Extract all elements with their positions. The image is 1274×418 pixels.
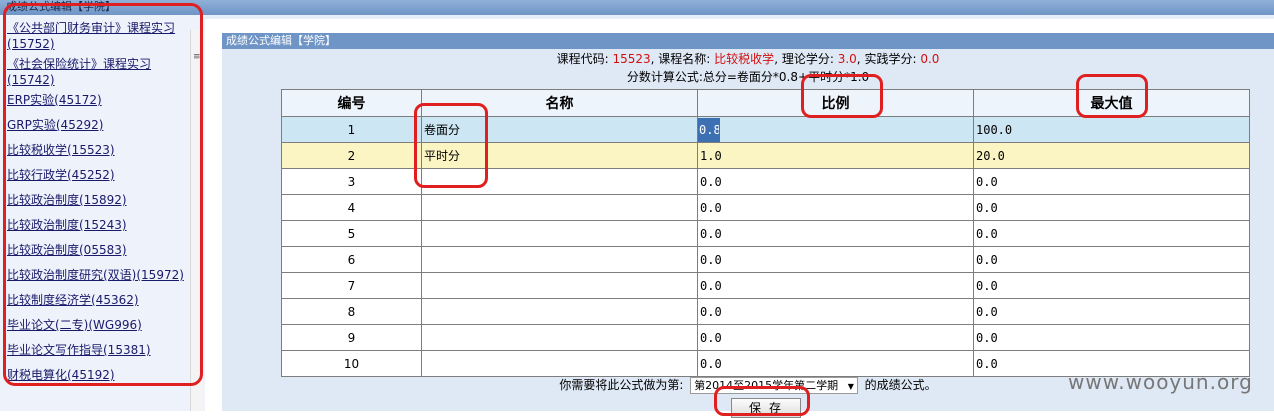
max-field[interactable] bbox=[974, 325, 1249, 350]
top-bar: 成绩公式编辑【学院】 bbox=[0, 0, 1274, 15]
ratio-field[interactable] bbox=[698, 247, 973, 272]
sidebar-item-course[interactable]: ERP实验(45172) bbox=[7, 92, 187, 108]
max-field[interactable] bbox=[974, 247, 1249, 272]
term-suffix-text: 的成绩公式。 bbox=[864, 378, 937, 392]
header-num: 编号 bbox=[281, 89, 422, 117]
formula-text: 分数计算公式:总分=卷面分*0.8+平时分*1.0 bbox=[626, 70, 870, 84]
sidebar-item-course[interactable]: 毕业论文写作指导(15381) bbox=[7, 342, 187, 358]
table-row: 9 bbox=[281, 324, 1250, 351]
course-sidebar: 《公共部门财务审计》课程实习(15752) 《社会保险统计》课程实习(15742… bbox=[0, 15, 205, 411]
panel-title: 成绩公式编辑【学院】 bbox=[226, 34, 336, 47]
name-field[interactable] bbox=[422, 143, 697, 168]
name-field[interactable] bbox=[422, 169, 697, 194]
sidebar-item-course[interactable]: GRP实验(45292) bbox=[7, 117, 187, 133]
ratio-field[interactable] bbox=[698, 221, 973, 246]
table-row: 2 bbox=[281, 142, 1250, 169]
sidebar-item-course[interactable]: 比较制度经济学(45362) bbox=[7, 292, 187, 308]
ratio-field[interactable] bbox=[698, 273, 973, 298]
row-number: 10 bbox=[281, 350, 422, 377]
sidebar-item-course[interactable]: 比较税收学(15523) bbox=[7, 142, 187, 158]
table-row: 6 bbox=[281, 246, 1250, 273]
term-select[interactable]: 第2014至2015学年第二学期 ▼ bbox=[690, 377, 858, 394]
course-name-label: 课程名称: bbox=[658, 52, 711, 66]
ratio-field[interactable] bbox=[698, 195, 973, 220]
ratio-field[interactable] bbox=[698, 117, 720, 142]
max-field[interactable] bbox=[974, 117, 1249, 142]
name-field[interactable] bbox=[422, 299, 697, 324]
name-field[interactable] bbox=[422, 195, 697, 220]
watermark: www.wooyun.org bbox=[1068, 370, 1253, 394]
ratio-field[interactable] bbox=[698, 143, 973, 168]
row-number: 1 bbox=[281, 116, 422, 143]
header-strip bbox=[205, 15, 1274, 19]
course-code-label: 课程代码: bbox=[556, 52, 609, 66]
sidebar-item-course[interactable]: 比较政治制度(05583) bbox=[7, 242, 187, 258]
formula-table: 编号 名称 比例 最大值 1 2 3 bbox=[281, 89, 1250, 377]
max-field[interactable] bbox=[974, 143, 1249, 168]
table-row: 7 bbox=[281, 272, 1250, 299]
name-field[interactable] bbox=[422, 325, 697, 350]
practice-credit-label: 实践学分: bbox=[864, 52, 917, 66]
sidebar-scrollbar[interactable]: ≡ bbox=[190, 30, 204, 411]
sidebar-item-course[interactable]: 比较行政学(45252) bbox=[7, 167, 187, 183]
name-field[interactable] bbox=[422, 273, 697, 298]
ratio-field[interactable] bbox=[698, 325, 973, 350]
course-code-value: 15523 bbox=[612, 52, 651, 66]
sidebar-item-course[interactable]: 比较政治制度研究(双语)(15972) bbox=[7, 267, 187, 283]
max-field[interactable] bbox=[974, 195, 1249, 220]
table-row: 3 bbox=[281, 168, 1250, 195]
theory-credit-label: 理论学分: bbox=[781, 52, 834, 66]
sidebar-item-course[interactable]: 毕业论文(二专)(WG996) bbox=[7, 317, 187, 333]
term-prefix-text: 你需要将此公式做为第: bbox=[559, 378, 684, 392]
table-header-row: 编号 名称 比例 最大值 bbox=[281, 89, 1250, 117]
row-number: 2 bbox=[281, 142, 422, 169]
course-info: 课程代码: 15523, 课程名称: 比较税收学, 理论学分: 3.0, 实践学… bbox=[556, 52, 940, 66]
row-number: 5 bbox=[281, 220, 422, 247]
table-row: 4 bbox=[281, 194, 1250, 221]
ratio-field[interactable] bbox=[698, 351, 973, 376]
row-number: 8 bbox=[281, 298, 422, 325]
row-number: 3 bbox=[281, 168, 422, 195]
sidebar-item-course[interactable]: 比较政治制度(15243) bbox=[7, 217, 187, 233]
header-name: 名称 bbox=[421, 89, 698, 117]
practice-credit-value: 0.0 bbox=[920, 52, 940, 66]
ratio-field[interactable] bbox=[698, 299, 973, 324]
header-max: 最大值 bbox=[973, 89, 1250, 117]
scroll-grip-icon[interactable]: ≡ bbox=[193, 52, 201, 62]
panel-title-bar: 成绩公式编辑【学院】 bbox=[222, 33, 1274, 49]
max-field[interactable] bbox=[974, 221, 1249, 246]
ratio-field[interactable] bbox=[698, 169, 973, 194]
name-field[interactable] bbox=[422, 351, 697, 376]
max-field[interactable] bbox=[974, 273, 1249, 298]
sidebar-item-course[interactable]: 《公共部门财务审计》课程实习(15752) bbox=[7, 20, 187, 52]
window-title: 成绩公式编辑【学院】 bbox=[6, 0, 116, 13]
row-number: 4 bbox=[281, 194, 422, 221]
sidebar-item-course[interactable]: 《社会保险统计》课程实习(15742) bbox=[7, 56, 187, 88]
save-button[interactable]: 保存 bbox=[731, 398, 801, 418]
chevron-down-icon[interactable]: ▼ bbox=[848, 382, 854, 391]
course-list: 《公共部门财务审计》课程实习(15752) 《社会保险统计》课程实习(15742… bbox=[7, 20, 187, 392]
max-field[interactable] bbox=[974, 299, 1249, 324]
formula-editor-panel: 成绩公式编辑【学院】 课程代码: 15523, 课程名称: 比较税收学, 理论学… bbox=[222, 33, 1274, 418]
max-field[interactable] bbox=[974, 169, 1249, 194]
course-name-value: 比较税收学 bbox=[714, 52, 775, 66]
row-number: 6 bbox=[281, 246, 422, 273]
term-selected-value: 第2014至2015学年第二学期 bbox=[694, 379, 839, 392]
row-number: 7 bbox=[281, 272, 422, 299]
header-ratio: 比例 bbox=[697, 89, 974, 117]
sidebar-item-course[interactable]: 比较政治制度(15892) bbox=[7, 192, 187, 208]
theory-credit-value: 3.0 bbox=[837, 52, 857, 66]
row-number: 9 bbox=[281, 324, 422, 351]
table-row: 8 bbox=[281, 298, 1250, 325]
table-row: 5 bbox=[281, 220, 1250, 247]
table-row: 1 bbox=[281, 116, 1250, 143]
sidebar-item-course[interactable]: 财税电算化(45192) bbox=[7, 367, 187, 383]
name-field[interactable] bbox=[422, 117, 697, 142]
name-field[interactable] bbox=[422, 247, 697, 272]
name-field[interactable] bbox=[422, 221, 697, 246]
